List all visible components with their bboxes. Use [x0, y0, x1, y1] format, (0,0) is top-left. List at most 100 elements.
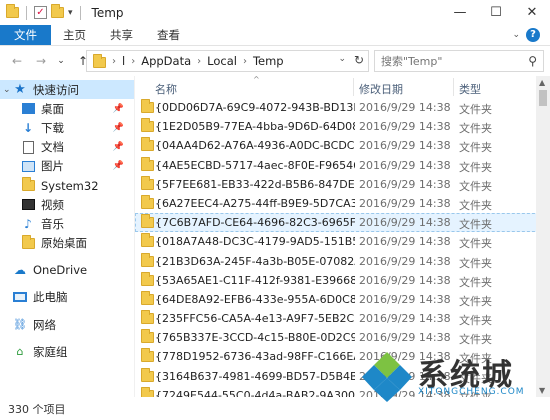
- sort-arrow-icon: ^: [253, 76, 260, 84]
- sidebar-item-quick-access[interactable]: ⌄ ★ 快速访问: [0, 80, 134, 100]
- sidebar-item-homegroup[interactable]: ⌂ 家庭组: [0, 342, 134, 361]
- file-type: 文件夹: [459, 333, 492, 347]
- properties-icon[interactable]: ✓: [34, 6, 47, 19]
- file-row[interactable]: {6A27EEC4-A275-44ff-B9E9-5D7CA3B... 2016/…: [135, 194, 550, 213]
- sidebar-item-label: 此电脑: [33, 290, 68, 305]
- pin-icon: 📌: [112, 142, 124, 153]
- file-name: {5F7EE681-EB33-422d-B5B6-847DE6...: [155, 177, 355, 191]
- column-header-date[interactable]: 修改日期: [359, 81, 403, 97]
- search-icon[interactable]: ⚲: [528, 54, 537, 68]
- file-name: {7249E544-55C0-4d4a-BAB2-9A3007...: [155, 388, 355, 397]
- address-dropdown-icon[interactable]: ⌄: [338, 54, 346, 64]
- file-row[interactable]: {235FFC56-CA5A-4e13-A9F7-5EB2C00... 2016/…: [135, 309, 550, 328]
- file-type: 文件夹: [459, 294, 492, 308]
- file-row[interactable]: {018A7A48-DC3C-4179-9AD5-151B55... 2016/9…: [135, 232, 550, 251]
- tab-file[interactable]: 文件: [0, 25, 51, 45]
- breadcrumb-appdata[interactable]: AppData: [141, 54, 191, 68]
- folder-icon: [141, 194, 154, 212]
- file-row[interactable]: {4AE5ECBD-5717-4aec-8F0E-F96546D... 2016/…: [135, 156, 550, 175]
- sidebar-item-original-desktop[interactable]: 原始桌面: [0, 234, 134, 253]
- sidebar-item-desktop[interactable]: 桌面 📌: [0, 99, 134, 118]
- file-name: {1E2D05B9-77EA-4bba-9D6D-64D08F...: [155, 120, 355, 134]
- sidebar-item-music[interactable]: ♪ 音乐: [0, 214, 134, 233]
- sidebar-item-label: 快速访问: [33, 82, 79, 97]
- breadcrumb-temp[interactable]: Temp: [253, 54, 284, 68]
- breadcrumb-user[interactable]: l: [122, 54, 125, 68]
- file-type: 文件夹: [459, 314, 492, 328]
- file-row[interactable]: {53A65AE1-C11F-412f-9381-E396688... 2016/…: [135, 271, 550, 290]
- file-row[interactable]: {1E2D05B9-77EA-4bba-9D6D-64D08F... 2016/9…: [135, 117, 550, 136]
- pin-icon: 📌: [112, 161, 124, 172]
- sidebar-item-label: 下载: [41, 120, 64, 135]
- sidebar-item-pictures[interactable]: 图片 📌: [0, 157, 134, 176]
- watermark: 系统城 XITONGCHENG.COM: [356, 346, 550, 406]
- file-row[interactable]: {04AA4D62-A76A-4936-A0DC-BCDCD... 2016/9/…: [135, 136, 550, 155]
- toolbar-divider: [26, 5, 27, 20]
- column-header-name[interactable]: 名称: [155, 81, 177, 97]
- column-header-type[interactable]: 类型: [459, 81, 481, 97]
- expand-ribbon-icon[interactable]: ⌄: [512, 30, 520, 40]
- help-icon[interactable]: ?: [526, 28, 540, 42]
- toolbar-divider: [79, 5, 81, 20]
- folder-icon: [141, 214, 154, 231]
- sidebar-item-label: 原始桌面: [41, 236, 87, 251]
- customize-toolbar-icon[interactable]: ▾: [68, 8, 73, 18]
- file-date: 2016/9/29 14:38: [359, 331, 451, 345]
- tab-view[interactable]: 查看: [145, 25, 192, 45]
- file-date: 2016/9/29 14:38: [359, 292, 451, 306]
- sidebar-item-onedrive[interactable]: ☁ OneDrive: [0, 261, 134, 280]
- column-divider[interactable]: [353, 78, 354, 96]
- tab-share[interactable]: 共享: [98, 25, 145, 45]
- folder-icon: [141, 329, 154, 346]
- file-type: 文件夹: [459, 179, 492, 193]
- cloud-icon: ☁: [14, 263, 26, 278]
- sidebar-item-network[interactable]: ⛓ 网络: [0, 315, 134, 334]
- file-row[interactable]: {64DE8A92-EFB6-433e-955A-6D0C84... 2016/9…: [135, 290, 550, 309]
- ribbon-tabs: 文件 主页 共享 查看 ⌄ ?: [0, 25, 550, 46]
- file-name: {53A65AE1-C11F-412f-9381-E396688...: [155, 273, 355, 287]
- folder-icon: [141, 252, 154, 270]
- sidebar-item-downloads[interactable]: ↓ 下载 📌: [0, 118, 134, 137]
- minimize-button[interactable]: —: [442, 0, 478, 25]
- file-row[interactable]: {7C6B7AFD-CE64-4696-82C3-6965F9... 2016/9…: [135, 213, 550, 233]
- file-row[interactable]: {5F7EE681-EB33-422d-B5B6-847DE6... 2016/9…: [135, 175, 550, 194]
- pin-icon: 📌: [112, 103, 124, 114]
- sidebar-item-label: 音乐: [41, 216, 64, 231]
- column-headers: ^ 名称 修改日期 类型: [135, 76, 550, 98]
- collapse-arrow-icon[interactable]: ⌄: [3, 85, 11, 95]
- file-name: {64DE8A92-EFB6-433e-955A-6D0C84...: [155, 292, 355, 306]
- sidebar-item-videos[interactable]: 视频: [0, 195, 134, 214]
- address-bar[interactable]: › l › AppData › Local › Temp ⌄ ↻: [86, 50, 369, 72]
- folder-icon: [6, 4, 19, 18]
- forward-button[interactable]: →: [32, 54, 50, 68]
- file-date: 2016/9/29 14:38: [359, 273, 451, 287]
- file-type: 文件夹: [459, 198, 492, 212]
- recent-locations-icon[interactable]: ⌄: [52, 56, 70, 66]
- file-row[interactable]: {0DD06D7A-69C9-4072-943B-BD13F2... 2016/9…: [135, 98, 550, 117]
- breadcrumb-separator-icon: ›: [131, 55, 136, 67]
- file-name: {6A27EEC4-A275-44ff-B9E9-5D7CA3B...: [155, 196, 355, 210]
- search-input[interactable]: [381, 54, 521, 68]
- sidebar-item-system32[interactable]: System32: [0, 176, 134, 195]
- sidebar-item-documents[interactable]: 文档 📌: [0, 138, 134, 157]
- maximize-button[interactable]: ☐: [478, 0, 514, 25]
- breadcrumb-separator-icon: ›: [197, 55, 202, 67]
- search-box[interactable]: ⚲: [374, 50, 544, 72]
- sidebar-item-label: 视频: [41, 197, 64, 212]
- refresh-icon[interactable]: ↻: [354, 53, 364, 67]
- star-icon: ★: [14, 82, 26, 98]
- file-row[interactable]: {765B337E-3CCD-4c15-B80E-0D2C99... 2016/9…: [135, 328, 550, 347]
- column-divider[interactable]: [453, 78, 454, 96]
- tab-home[interactable]: 主页: [51, 25, 98, 45]
- ribbon-right-controls: ⌄ ?: [512, 28, 540, 42]
- file-name: {235FFC56-CA5A-4e13-A9F7-5EB2C00...: [155, 312, 355, 326]
- breadcrumb-local[interactable]: Local: [207, 54, 237, 68]
- scrollbar-thumb[interactable]: [539, 90, 547, 106]
- new-folder-icon[interactable]: [51, 4, 64, 18]
- folder-icon: [141, 290, 154, 308]
- back-button[interactable]: ←: [8, 54, 26, 68]
- scroll-up-icon[interactable]: ▲: [539, 78, 545, 87]
- close-button[interactable]: ✕: [514, 0, 550, 25]
- file-row[interactable]: {21B3D63A-245F-4a3b-B05E-07082A... 2016/9…: [135, 252, 550, 271]
- sidebar-item-this-pc[interactable]: 此电脑: [0, 288, 134, 307]
